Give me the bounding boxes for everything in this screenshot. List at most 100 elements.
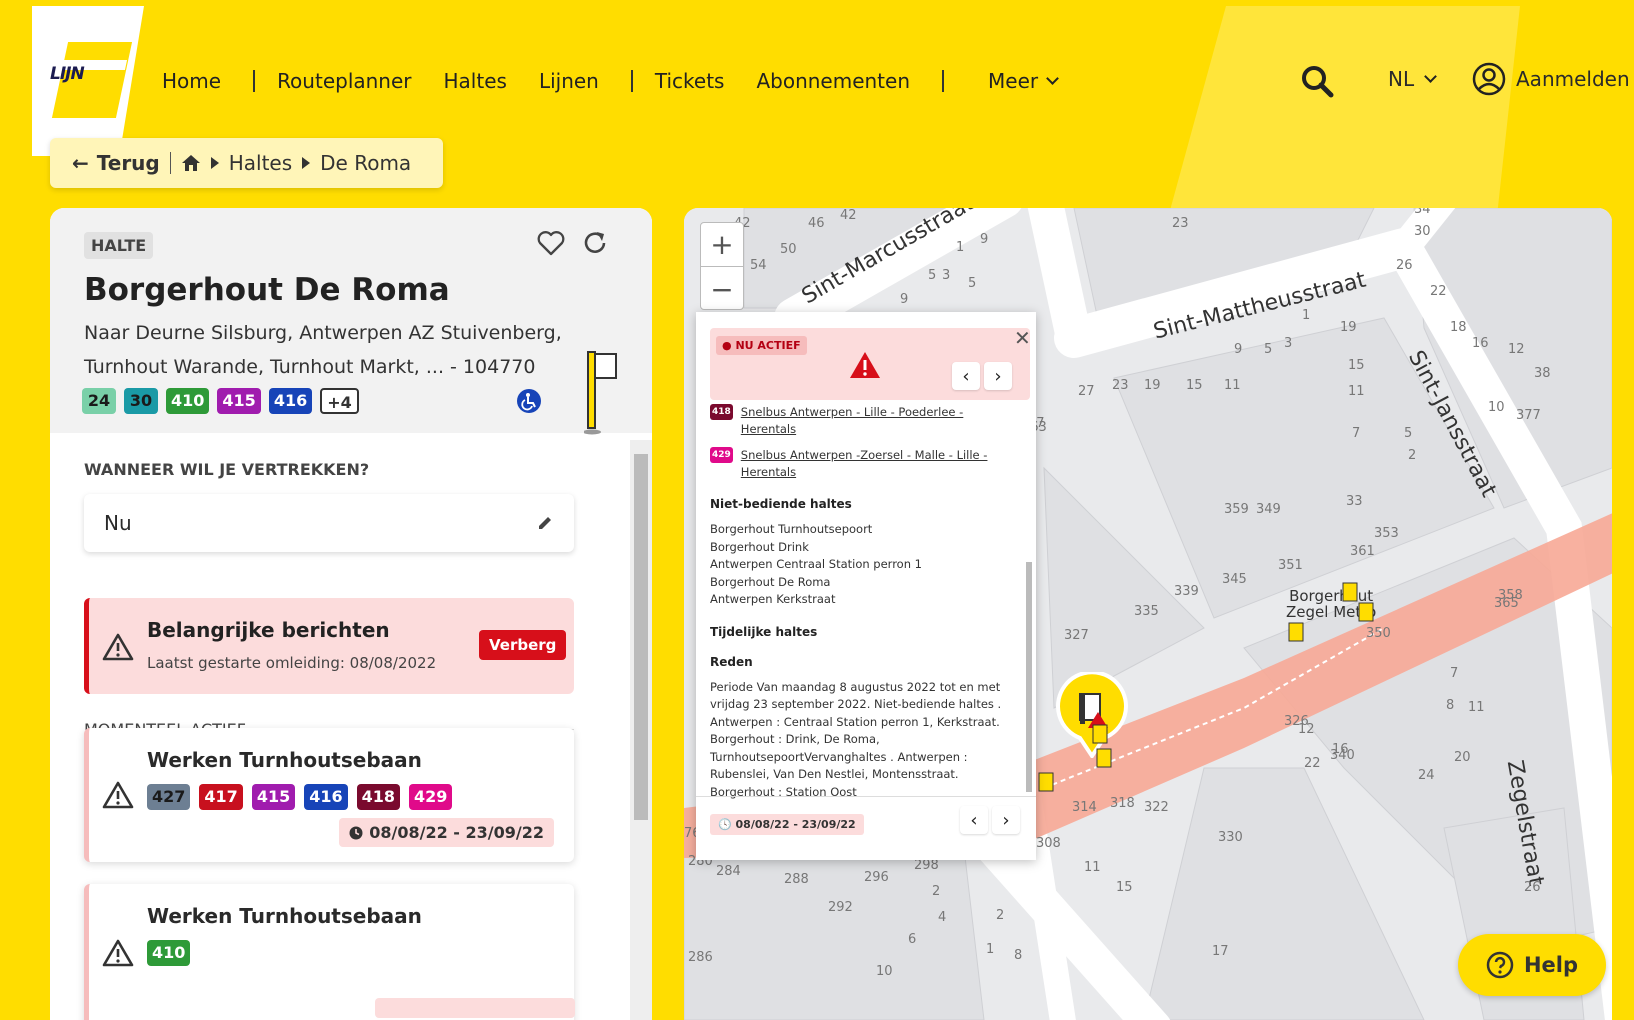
popup-body: 418 Snelbus Antwerpen - Lille - Poederle… (710, 404, 1016, 801)
disruption-card[interactable]: Werken Turnhoutsebaan 427 417 415 416 418 429… (84, 728, 574, 862)
map-house-number: 284 (716, 864, 741, 879)
warning-icon (102, 939, 134, 967)
popup-stop-item: Borgerhout De Roma (710, 574, 831, 589)
popup-prev-button[interactable]: ‹ (952, 362, 980, 390)
breadcrumb-haltes[interactable]: Haltes (229, 151, 292, 175)
help-button[interactable]: Help (1458, 934, 1606, 996)
map-house-number: 22 (1304, 756, 1321, 771)
popup-footer-prev-button[interactable]: ‹ (960, 806, 988, 834)
disruption-popup: ● NU ACTIEF ‹ › ✕ 418 Snelbus Antwerpen … (696, 312, 1036, 860)
popup-line-link[interactable]: Snelbus Antwerpen -Zoersel - Malle - Lil… (741, 447, 1016, 481)
nav-divider (253, 70, 256, 92)
map-house-number: 308 (1036, 836, 1061, 851)
disruption-card[interactable]: Werken Turnhoutsebaan 410 (84, 884, 575, 1020)
map-house-number: 9 (900, 292, 909, 307)
warning-icon (102, 633, 134, 661)
line-badge: 429 (710, 447, 733, 463)
map-stop-icon[interactable] (1092, 724, 1108, 744)
hide-messages-button[interactable]: Verberg (479, 630, 567, 660)
popup-footer-next-button[interactable]: › (992, 806, 1020, 834)
map-stop-icon[interactable] (1358, 602, 1374, 622)
map-house-number: 19 (1340, 320, 1357, 335)
map-house-number: 5 (1404, 426, 1413, 441)
nav-lijnen[interactable]: Lijnen (539, 69, 599, 93)
map-stop-icon[interactable] (1038, 772, 1054, 792)
popup-scrollbar[interactable] (1026, 562, 1032, 792)
popup-stop-item: Borgerhout Drink (710, 539, 809, 554)
map-house-number: 23 (1172, 216, 1189, 231)
zoom-in-button[interactable]: + (701, 223, 743, 267)
question-icon (1486, 951, 1514, 979)
nav-home[interactable]: Home (162, 69, 221, 93)
departure-time-field[interactable]: Nu (84, 494, 574, 552)
back-button[interactable]: ← Terug (72, 151, 160, 175)
map-stop-marker[interactable] (1054, 672, 1130, 758)
heart-icon[interactable] (536, 228, 566, 258)
disruption-date-placeholder (375, 998, 575, 1018)
map-house-number: 314 (1072, 800, 1097, 815)
map-house-number: 22 (1430, 284, 1447, 299)
stop-directions-line: Naar Deurne Silsburg, Antwerpen AZ Stuiv… (84, 322, 562, 344)
map-house-number: 2 (932, 884, 941, 899)
nav-meer-label: Meer (988, 69, 1039, 93)
map-house-number: 15 (1348, 358, 1365, 373)
map-house-number: 50 (780, 242, 797, 257)
language-select[interactable]: NL (1388, 67, 1437, 91)
map-house-number: 16 (1472, 336, 1489, 351)
popup-section-heading: Tijdelijke haltes (710, 624, 818, 639)
pencil-icon (539, 517, 551, 529)
map-stop-icon[interactable] (1342, 582, 1358, 602)
nav-routeplanner[interactable]: Routeplanner (277, 69, 411, 93)
map-house-number: 4 (938, 910, 947, 925)
line-badge[interactable]: 415 (217, 388, 261, 414)
map-house-number: 326 (1284, 714, 1309, 729)
nav-divider (630, 70, 633, 92)
line-badge[interactable]: 24 (82, 388, 116, 414)
line-badge[interactable]: 427 (147, 784, 191, 810)
panel-scrollbar[interactable] (630, 440, 652, 1020)
more-lines-badge[interactable]: +4 (320, 388, 359, 414)
login-button[interactable]: Aanmelden (1472, 62, 1630, 96)
popup-section-heading: Reden (710, 654, 753, 669)
departure-time-value: Nu (104, 511, 132, 535)
map-stop-icon[interactable] (1096, 748, 1112, 768)
map[interactable]: Sint-Marcusstraat Sint-Mattheusstraat Si… (684, 208, 1612, 1020)
map-house-number: 11 (1468, 700, 1485, 715)
map-house-number: 17 (1212, 944, 1229, 959)
language-value: NL (1388, 67, 1415, 91)
line-badge[interactable]: 410 (147, 940, 191, 966)
map-house-number: 54 (750, 258, 767, 273)
map-house-number: 33 (1346, 494, 1363, 509)
clock-icon (349, 826, 363, 839)
line-badge[interactable]: 415 (251, 784, 296, 810)
line-badge[interactable]: 416 (304, 784, 348, 810)
search-icon[interactable] (1300, 64, 1334, 98)
map-house-number: 361 (1350, 544, 1375, 559)
line-badge[interactable]: 418 (356, 784, 401, 810)
bus-stop-pole-icon (584, 351, 617, 435)
nav-abonnementen[interactable]: Abonnementen (756, 69, 910, 93)
line-badge[interactable]: 30 (124, 388, 158, 414)
map-house-number: 12 (1508, 342, 1525, 357)
map-house-number: 292 (828, 900, 853, 915)
zoom-control: + − (700, 222, 744, 310)
refresh-icon[interactable] (580, 228, 610, 258)
map-house-number: 10 (876, 964, 893, 979)
nav-haltes[interactable]: Haltes (444, 69, 507, 93)
map-house-number: 15 (1186, 378, 1203, 393)
line-badge[interactable]: 417 (199, 784, 243, 810)
panel-scrollbar-thumb[interactable] (634, 454, 648, 820)
popup-next-button[interactable]: › (984, 362, 1012, 390)
map-house-number: 6 (908, 932, 917, 947)
zoom-out-button[interactable]: − (701, 267, 743, 311)
line-badge[interactable]: 410 (166, 388, 210, 414)
line-badge[interactable]: 416 (268, 388, 313, 414)
map-house-number: 9 (1234, 342, 1243, 357)
line-badge[interactable]: 429 (409, 784, 453, 810)
popup-line-link[interactable]: Snelbus Antwerpen - Lille - Poederlee - … (741, 404, 1016, 438)
map-stop-icon[interactable] (1288, 622, 1304, 642)
nav-meer-dropdown[interactable]: Meer (988, 69, 1059, 93)
home-icon[interactable] (181, 154, 201, 172)
nav-tickets[interactable]: Tickets (655, 69, 725, 93)
close-icon[interactable]: ✕ (1014, 326, 1031, 350)
